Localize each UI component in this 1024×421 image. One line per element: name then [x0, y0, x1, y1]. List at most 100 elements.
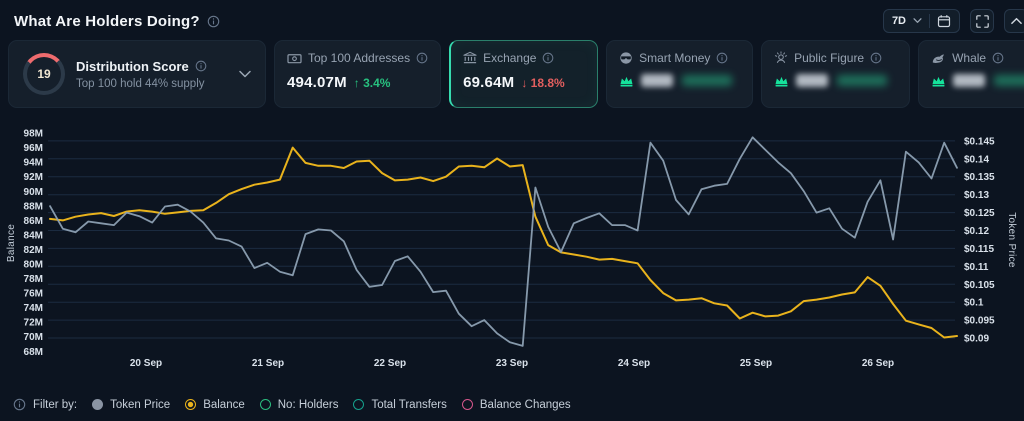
- svg-text:80M: 80M: [24, 260, 43, 271]
- balance-changes-ring: [462, 399, 473, 410]
- hidden-change-blur: [682, 75, 732, 86]
- fullscreen-icon: [976, 15, 989, 28]
- distribution-score-value: 19: [37, 67, 50, 81]
- svg-text:70M: 70M: [24, 332, 43, 343]
- svg-text:22 Sep: 22 Sep: [374, 358, 406, 369]
- widget-header: What Are Holders Doing? 7D: [0, 0, 1024, 34]
- card-change: ↑ 3.4%: [354, 76, 391, 90]
- svg-text:$0.125: $0.125: [964, 208, 995, 219]
- info-icon[interactable]: [416, 52, 428, 64]
- svg-text:23 Sep: 23 Sep: [496, 358, 528, 369]
- time-range-picker[interactable]: 7D: [883, 9, 960, 33]
- svg-text:25 Sep: 25 Sep: [740, 358, 772, 369]
- no-holders-ring: [260, 399, 271, 410]
- card-title: Top 100 Addresses: [308, 51, 410, 65]
- info-icon[interactable]: [13, 398, 26, 411]
- chevron-down-icon: [913, 18, 922, 24]
- holders-widget: What Are Holders Doing? 7D 19: [0, 0, 1024, 421]
- card-top-100-addresses[interactable]: Top 100 Addresses 494.07M ↑ 3.4%: [274, 40, 441, 108]
- info-icon[interactable]: [716, 52, 728, 64]
- chevron-up-icon: [1011, 17, 1022, 25]
- svg-text:$0.135: $0.135: [964, 172, 995, 183]
- svg-text:72M: 72M: [24, 318, 43, 329]
- card-distribution-score[interactable]: 19 Distribution Score Top 100 hold 44% s…: [8, 40, 266, 108]
- card-public-figure[interactable]: Public Figure: [761, 40, 910, 108]
- info-icon[interactable]: [195, 60, 207, 72]
- holders-chart[interactable]: 98M96M94M92M90M88M86M84M82M80M78M76M74M7…: [0, 118, 1024, 385]
- svg-text:90M: 90M: [24, 187, 43, 198]
- total-transfers-ring: [353, 399, 364, 410]
- card-value: 69.64M: [463, 74, 514, 91]
- svg-text:98M: 98M: [24, 129, 43, 140]
- svg-text:$0.115: $0.115: [964, 244, 994, 255]
- hidden-value-blur: [641, 74, 673, 87]
- card-value: 494.07M: [287, 74, 347, 91]
- svg-text:$0.145: $0.145: [964, 136, 995, 147]
- filter-no-holders[interactable]: No: Holders: [260, 399, 339, 411]
- chevron-down-icon[interactable]: [239, 70, 251, 78]
- svg-text:84M: 84M: [24, 230, 43, 241]
- hidden-value-blur: [953, 74, 985, 87]
- hidden-change-blur: [994, 75, 1024, 86]
- svg-text:$0.09: $0.09: [964, 334, 989, 345]
- whale-icon: [931, 52, 946, 65]
- crown-icon: [774, 75, 789, 87]
- calendar-icon[interactable]: [937, 14, 951, 28]
- card-title: Whale: [952, 51, 986, 65]
- svg-text:20 Sep: 20 Sep: [130, 358, 162, 369]
- svg-text:92M: 92M: [24, 172, 43, 183]
- filter-total-transfers[interactable]: Total Transfers: [353, 399, 446, 411]
- bank-icon: [463, 51, 477, 65]
- info-icon[interactable]: [207, 15, 220, 28]
- svg-text:68M: 68M: [24, 347, 43, 358]
- crown-icon: [619, 75, 634, 87]
- collapse-button[interactable]: [1004, 9, 1024, 33]
- svg-text:Token Price: Token Price: [1006, 212, 1017, 268]
- svg-text:21 Sep: 21 Sep: [252, 358, 284, 369]
- public-figure-icon: [774, 51, 788, 65]
- info-icon[interactable]: [992, 52, 1004, 64]
- svg-text:88M: 88M: [24, 201, 43, 212]
- smart-money-icon: [619, 51, 633, 65]
- card-title: Smart Money: [639, 51, 710, 65]
- banknote-icon: [287, 52, 302, 65]
- svg-text:26 Sep: 26 Sep: [862, 358, 894, 369]
- svg-text:86M: 86M: [24, 216, 43, 227]
- card-whale[interactable]: Whale: [918, 40, 1024, 108]
- stat-cards-row: 19 Distribution Score Top 100 hold 44% s…: [8, 40, 1016, 108]
- svg-text:$0.12: $0.12: [964, 226, 989, 237]
- hidden-value-blur: [796, 74, 828, 87]
- card-title: Public Figure: [794, 51, 864, 65]
- svg-text:$0.13: $0.13: [964, 190, 989, 201]
- filter-balance-changes[interactable]: Balance Changes: [462, 399, 571, 411]
- svg-text:$0.095: $0.095: [964, 316, 995, 327]
- svg-text:$0.105: $0.105: [964, 280, 995, 291]
- filter-token-price[interactable]: Token Price: [92, 399, 170, 411]
- fullscreen-button[interactable]: [970, 9, 994, 33]
- divider: [929, 14, 930, 28]
- svg-text:$0.11: $0.11: [964, 262, 989, 273]
- chart-canvas: 98M96M94M92M90M88M86M84M82M80M78M76M74M7…: [0, 118, 1024, 385]
- card-title: Distribution Score: [76, 59, 189, 74]
- svg-text:24 Sep: 24 Sep: [618, 358, 650, 369]
- filter-by-label: Filter by:: [33, 399, 77, 411]
- info-icon[interactable]: [870, 52, 882, 64]
- svg-text:74M: 74M: [24, 303, 43, 314]
- svg-text:96M: 96M: [24, 143, 43, 154]
- svg-text:$0.1: $0.1: [964, 298, 984, 309]
- distribution-score-gauge: 19: [23, 53, 65, 95]
- balance-radio: [185, 399, 196, 410]
- token-price-dot: [92, 399, 103, 410]
- info-icon[interactable]: [542, 52, 554, 64]
- card-subtitle: Top 100 hold 44% supply: [76, 78, 228, 90]
- card-change: ↓ 18.8%: [521, 76, 564, 90]
- svg-text:82M: 82M: [24, 245, 43, 256]
- card-smart-money[interactable]: Smart Money: [606, 40, 753, 108]
- filter-balance[interactable]: Balance: [185, 399, 245, 411]
- svg-text:78M: 78M: [24, 274, 43, 285]
- svg-text:94M: 94M: [24, 158, 43, 169]
- crown-icon: [931, 75, 946, 87]
- card-exchange[interactable]: Exchange 69.64M ↓ 18.8%: [449, 40, 598, 108]
- time-range-value: 7D: [892, 15, 906, 27]
- card-title: Exchange: [483, 51, 536, 65]
